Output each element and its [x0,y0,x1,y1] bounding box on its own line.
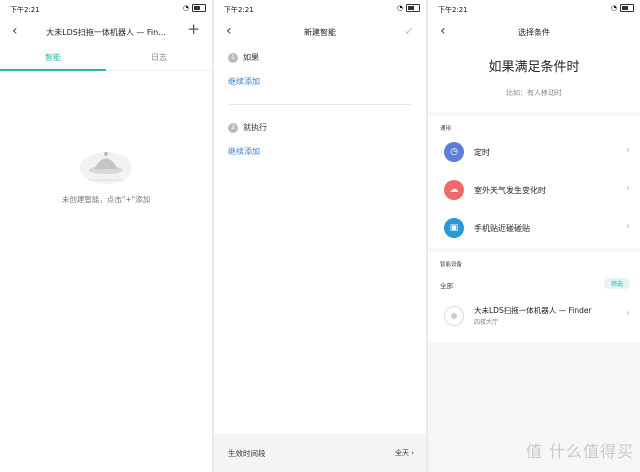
battery-icon [620,4,634,12]
time-range-label: 生效时间段 [228,449,266,458]
nfc-icon: ▣ [444,218,464,238]
screen-new-smart: 下午2:21 ◔ ‹ 新建智能 ✓ 1 如果 继续添加 2 就执行 继续添加 生… [214,0,426,472]
robot-vacuum-icon [444,306,464,326]
wifi-icon: ◔ [396,4,403,12]
condition-nfc[interactable]: ▣ 手机贴近碰碰贴 › [428,209,640,247]
condition-label: 定时 [474,148,490,157]
filter-button[interactable]: 筛选 [603,278,630,289]
back-button[interactable]: ‹ [226,24,232,38]
device-name: 大未LDS扫拖一体机器人 — Finder [474,306,592,315]
condition-weather[interactable]: ☁ 室外天气发生变化时 › [428,171,640,209]
page-title: 大未LDS扫拖一体机器人 — Fin... [46,28,166,37]
watermark: 值 什么值得买 [525,442,634,461]
time-range-row[interactable]: 生效时间段 全天 › [214,434,426,472]
tab-log[interactable]: 日志 [106,52,212,63]
divider [228,104,412,105]
battery-icon [406,4,420,12]
empty-state-text: 未创建智能，点击"+"添加 [61,195,151,204]
step-badge: 2 [228,122,238,133]
weather-icon: ☁ [444,180,464,200]
nav-bar: ‹ 选择条件 [428,18,640,44]
chevron-right-icon: › [626,183,630,194]
device-row[interactable]: 大未LDS扫拖一体机器人 — Finder 四楼大厅 › [428,296,640,336]
wifi-icon: ◔ [610,4,617,12]
status-time: 下午2:21 [438,6,468,14]
condition-hint: 比如：有人移动时 [506,89,562,97]
chevron-right-icon: › [626,145,630,156]
status-time: 下午2:21 [224,6,254,14]
chevron-right-icon: › [626,221,630,232]
general-group: 通用 ◷ 定时 › ☁ 室外天气发生变化时 › ▣ 手机贴近碰碰贴 › [428,116,640,248]
screen-smart-list: 下午2:21 ◔ ‹ 大未LDS扫拖一体机器人 — Fin... + 智能 日志… [0,0,212,472]
status-time: 下午2:21 [10,6,40,14]
battery-icon [192,4,206,12]
tab-indicator [0,69,106,71]
status-bar: 下午2:21 ◔ [0,0,212,18]
step-badge: 1 [228,52,238,63]
back-button[interactable]: ‹ [440,24,446,38]
device-group: 智能设备 全部 筛选 大未LDS扫拖一体机器人 — Finder 四楼大厅 › [428,252,640,342]
condition-label: 手机贴近碰碰贴 [474,224,530,233]
general-label: 通用 [440,126,452,132]
screen-choose-condition: 下午2:21 ◔ ‹ 选择条件 如果满足条件时 比如：有人移动时 通用 ◷ 定时… [428,0,640,472]
device-room: 四楼大厅 [474,319,499,326]
page-title: 新建智能 [304,28,336,37]
then-add-link[interactable]: 继续添加 [228,146,260,157]
empty-state-icon [80,152,132,184]
back-button[interactable]: ‹ [12,24,18,38]
if-add-link[interactable]: 继续添加 [228,76,260,87]
then-section-header: 2 就执行 [228,122,267,133]
status-bar: 下午2:21 ◔ [214,0,426,18]
condition-heading: 如果满足条件时 [488,60,580,75]
if-section-header: 1 如果 [228,52,259,63]
then-label: 就执行 [243,123,267,132]
page-title: 选择条件 [518,28,550,37]
if-label: 如果 [243,53,259,62]
tab-smart[interactable]: 智能 [0,52,106,63]
condition-timer[interactable]: ◷ 定时 › [428,133,640,171]
wifi-icon: ◔ [182,4,189,12]
tab-bar: 智能 日志 [0,46,212,71]
nav-bar: ‹ 大未LDS扫拖一体机器人 — Fin... + [0,18,212,44]
device-label: 智能设备 [440,262,463,268]
condition-label: 室外天气发生变化时 [474,186,546,195]
chevron-right-icon: › [626,308,630,319]
plus-icon[interactable]: + [187,22,200,37]
time-range-value: 全天 [394,449,409,457]
chevron-right-icon: › [408,449,414,457]
status-bar: 下午2:21 ◔ [428,0,640,18]
clock-icon: ◷ [444,142,464,162]
all-devices-label: 全部 [440,282,453,290]
nav-bar: ‹ 新建智能 ✓ [214,18,426,44]
check-icon[interactable]: ✓ [404,24,414,39]
